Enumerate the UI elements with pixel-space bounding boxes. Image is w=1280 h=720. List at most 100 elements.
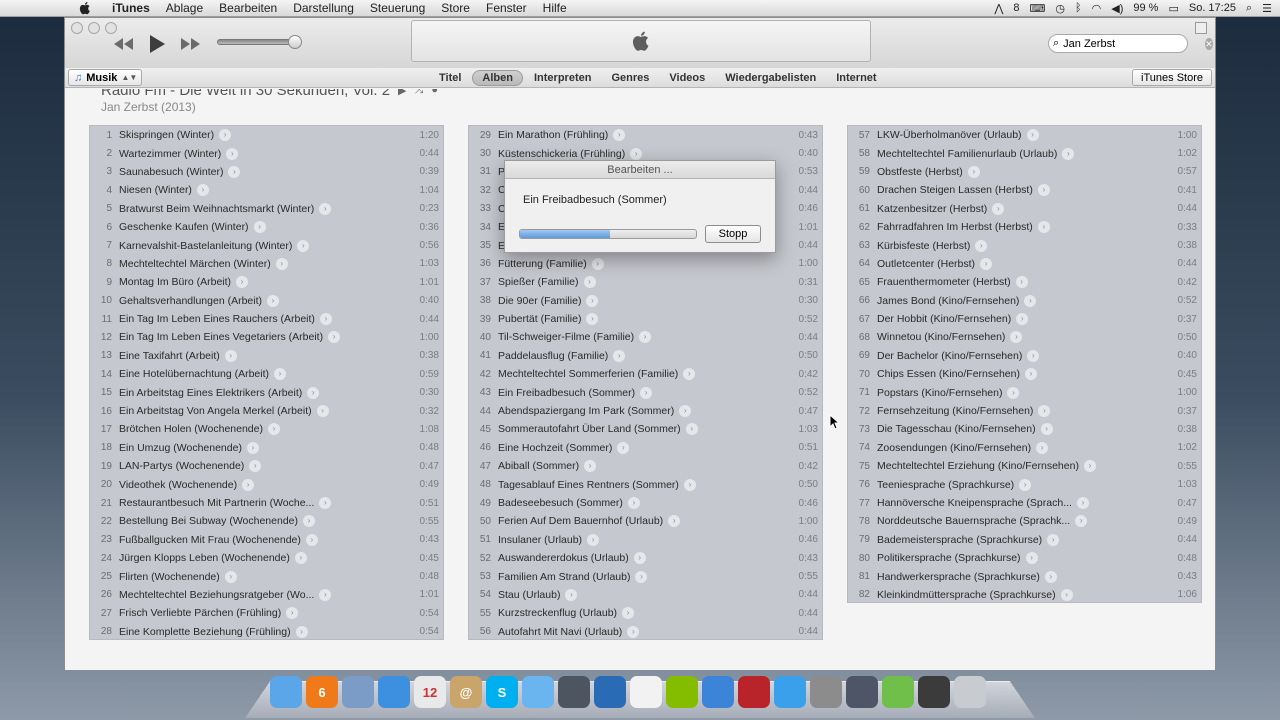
dock-automator-icon[interactable]	[882, 676, 914, 708]
track-arrow-icon[interactable]: ›	[274, 368, 287, 381]
track-arrow-icon[interactable]: ›	[253, 221, 266, 234]
track-row[interactable]: 74 Zoosendungen (Kino/Fernsehen) › 1:02	[848, 439, 1201, 457]
track-arrow-icon[interactable]: ›	[1062, 147, 1075, 160]
track-row[interactable]: 10 Gehaltsverhandlungen (Arbeit) › 0:40	[90, 292, 443, 310]
track-arrow-icon[interactable]: ›	[613, 349, 626, 362]
track-arrow-icon[interactable]: ›	[591, 257, 604, 270]
track-row[interactable]: 75 Mechteltechtel Erziehung (Kino/Fernseh…	[848, 457, 1201, 475]
rewind-icon[interactable]	[113, 37, 135, 51]
dock-textedit-icon[interactable]	[630, 676, 662, 708]
battery-label[interactable]: 99 %	[1133, 2, 1158, 14]
track-row[interactable]: 59 Obstfeste (Herbst) › 0:57	[848, 163, 1201, 181]
track-row[interactable]: 82 Kleinkindmüttersprache (Sprachkurse) › 1…	[848, 586, 1201, 604]
fullscreen-button[interactable]	[1195, 22, 1207, 34]
tab-interpreten[interactable]: Interpreten	[525, 71, 600, 85]
tab-alben[interactable]: Alben	[472, 70, 523, 86]
track-row[interactable]: 5 Bratwurst Beim Weihnachtsmarkt (Winter)…	[90, 200, 443, 218]
clock-icon[interactable]: ◷	[1055, 2, 1065, 15]
track-arrow-icon[interactable]: ›	[267, 423, 280, 436]
bluetooth-icon[interactable]: ᛒ	[1075, 2, 1082, 14]
itunes-store-button[interactable]: iTunes Store	[1132, 69, 1212, 86]
track-row[interactable]: 18 Ein Umzug (Wochenende) › 0:48	[90, 439, 443, 457]
track-arrow-icon[interactable]: ›	[1038, 405, 1051, 418]
track-row[interactable]: 71 Popstars (Kino/Fernsehen) › 1:00	[848, 383, 1201, 401]
dock-skype-icon[interactable]: S	[486, 676, 518, 708]
track-row[interactable]: 42 Mechteltechtel Sommerferien (Familie) ›…	[469, 365, 822, 383]
track-row[interactable]: 16 Ein Arbeitstag Von Angela Merkel (Arbe…	[90, 402, 443, 420]
dock-system-preferences-icon[interactable]	[810, 676, 842, 708]
track-row[interactable]: 72 Fernsehzeitung (Kino/Fernsehen) › 0:37	[848, 402, 1201, 420]
tab-titel[interactable]: Titel	[430, 71, 470, 85]
track-arrow-icon[interactable]: ›	[219, 129, 232, 142]
track-row[interactable]: 69 Der Bachelor (Kino/Fernsehen) › 0:40	[848, 347, 1201, 365]
dock-app-6-icon[interactable]: 6	[306, 676, 338, 708]
menu-bearbeiten[interactable]: Bearbeiten	[211, 1, 285, 15]
track-arrow-icon[interactable]: ›	[640, 386, 653, 399]
track-arrow-icon[interactable]: ›	[1075, 515, 1088, 528]
dock-app-store-icon[interactable]	[774, 676, 806, 708]
menu-store[interactable]: Store	[433, 1, 478, 15]
stop-button[interactable]: Stopp	[705, 225, 761, 243]
track-row[interactable]: 55 Kurzstreckenflug (Urlaub) › 0:44	[469, 604, 822, 622]
track-row[interactable]: 43 Ein Freibadbesuch (Sommer) › 0:52	[469, 383, 822, 401]
track-row[interactable]: 38 Die 90er (Familie) › 0:30	[469, 292, 822, 310]
track-row[interactable]: 63 Kürbisfeste (Herbst) › 0:38	[848, 236, 1201, 254]
track-arrow-icon[interactable]: ›	[319, 313, 332, 326]
track-row[interactable]: 6 Geschenke Kaufen (Winter) › 0:36	[90, 218, 443, 236]
track-arrow-icon[interactable]: ›	[1024, 294, 1037, 307]
track-arrow-icon[interactable]: ›	[267, 294, 280, 307]
track-row[interactable]: 47 Abiball (Sommer) › 0:42	[469, 457, 822, 475]
track-row[interactable]: 50 Ferien Auf Dem Bauernhof (Urlaub) › 1:00	[469, 512, 822, 530]
track-row[interactable]: 80 Politikersprache (Sprachkurse) › 0:48	[848, 549, 1201, 567]
track-row[interactable]: 36 Fütterung (Familie) › 1:00	[469, 255, 822, 273]
track-arrow-icon[interactable]: ›	[679, 405, 692, 418]
track-arrow-icon[interactable]: ›	[1037, 221, 1050, 234]
track-row[interactable]: 1 Skispringen (Winter) › 1:20	[90, 126, 443, 144]
track-arrow-icon[interactable]: ›	[1015, 276, 1028, 289]
track-row[interactable]: 45 Sommerautofahrt Über Land (Sommer) › 1:0…	[469, 420, 822, 438]
track-arrow-icon[interactable]: ›	[242, 478, 255, 491]
track-row[interactable]: 39 Pubertät (Familie) › 0:52	[469, 310, 822, 328]
track-row[interactable]: 11 Ein Tag Im Leben Eines Rauchers (Arbei…	[90, 310, 443, 328]
dock-utilities-icon[interactable]	[918, 676, 950, 708]
track-row[interactable]: 70 Chips Essen (Kino/Fernsehen) › 0:45	[848, 365, 1201, 383]
track-arrow-icon[interactable]: ›	[975, 239, 988, 252]
dock-spotify-icon[interactable]	[666, 676, 698, 708]
track-row[interactable]: 27 Frisch Verliebte Pärchen (Frühling) › 0:…	[90, 604, 443, 622]
source-select[interactable]: ♫ Musik ▲▼	[68, 69, 142, 86]
track-arrow-icon[interactable]: ›	[1026, 129, 1039, 142]
track-row[interactable]: 67 Der Hobbit (Kino/Fernsehen) › 0:37	[848, 310, 1201, 328]
track-row[interactable]: 81 Handwerkersprache (Sprachkurse) › 0:43	[848, 567, 1201, 585]
track-row[interactable]: 20 Videothek (Wochenende) › 0:49	[90, 475, 443, 493]
track-row[interactable]: 4 Niesen (Winter) › 1:04	[90, 181, 443, 199]
shuffle-icon[interactable]: ⤨	[415, 89, 424, 97]
track-row[interactable]: 56 Autofahrt Mit Navi (Urlaub) › 0:44	[469, 623, 822, 641]
track-arrow-icon[interactable]: ›	[303, 515, 315, 528]
track-arrow-icon[interactable]: ›	[1037, 184, 1050, 197]
track-arrow-icon[interactable]: ›	[1019, 478, 1032, 491]
wifi-icon[interactable]: ◠	[1092, 2, 1102, 15]
track-row[interactable]: 37 Spießer (Familie) › 0:31	[469, 273, 822, 291]
track-row[interactable]: 19 LAN-Partys (Wochenende) › 0:47	[90, 457, 443, 475]
zoom-window-button[interactable]	[105, 22, 117, 34]
track-arrow-icon[interactable]: ›	[316, 405, 329, 418]
fast-forward-icon[interactable]	[179, 37, 201, 51]
track-arrow-icon[interactable]: ›	[627, 625, 640, 638]
track-row[interactable]: 60 Drachen Steigen Lassen (Herbst) › 0:41	[848, 181, 1201, 199]
track-row[interactable]: 41 Paddelausflug (Familie) › 0:50	[469, 347, 822, 365]
track-arrow-icon[interactable]: ›	[226, 147, 239, 160]
track-arrow-icon[interactable]: ›	[224, 349, 237, 362]
play-album-icon[interactable]: ▶	[398, 89, 406, 97]
track-arrow-icon[interactable]: ›	[286, 607, 299, 620]
notification-center-icon[interactable]: ☰	[1262, 2, 1272, 15]
track-row[interactable]: 29 Ein Marathon (Frühling) › 0:43	[469, 126, 822, 144]
track-arrow-icon[interactable]: ›	[295, 625, 308, 638]
track-arrow-icon[interactable]: ›	[249, 460, 262, 473]
track-row[interactable]: 79 Bademeistersprache (Sprachkurse) › 0:44	[848, 531, 1201, 549]
track-arrow-icon[interactable]: ›	[236, 276, 249, 289]
track-row[interactable]: 62 Fahrradfahren Im Herbst (Herbst) › 0:33	[848, 218, 1201, 236]
track-arrow-icon[interactable]: ›	[583, 276, 596, 289]
track-arrow-icon[interactable]: ›	[622, 607, 635, 620]
menu-steuerung[interactable]: Steuerung	[362, 1, 433, 15]
track-arrow-icon[interactable]: ›	[639, 331, 652, 344]
